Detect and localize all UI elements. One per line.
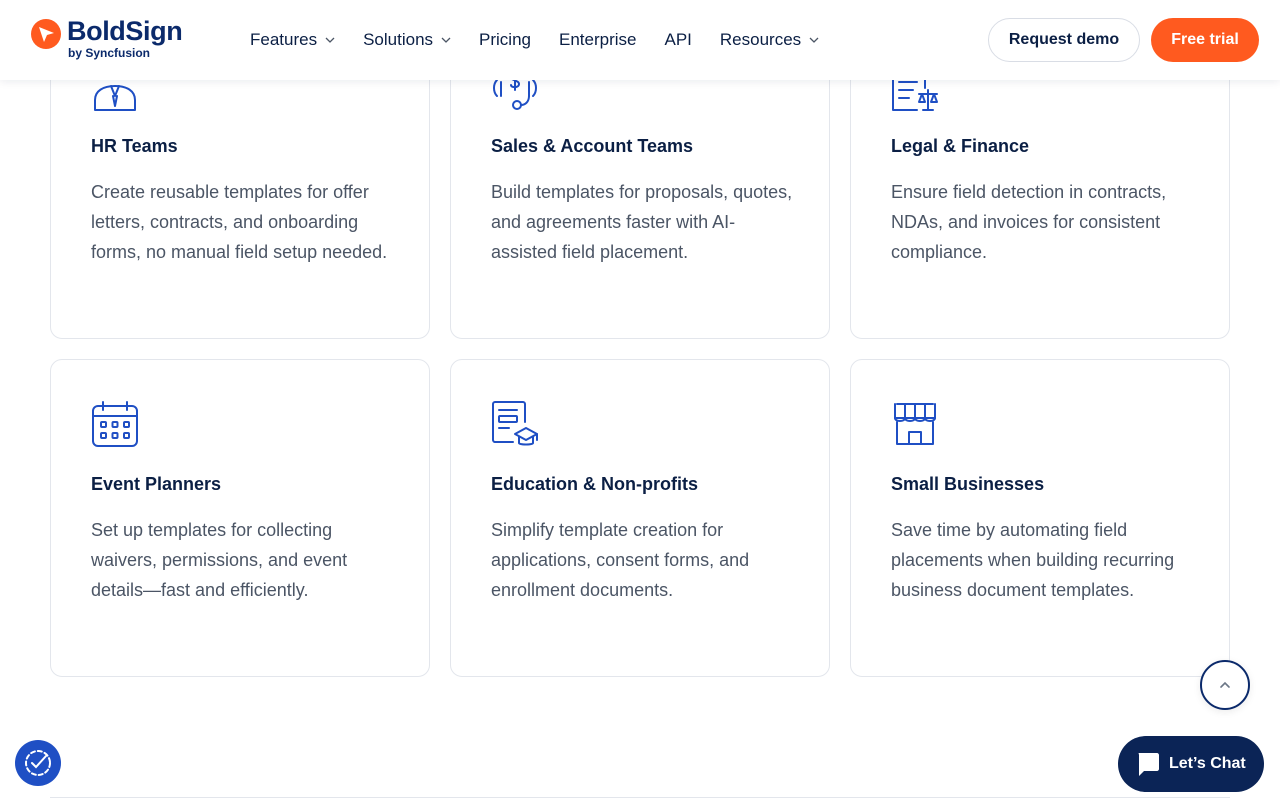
card-hr-teams: HR Teams Create reusable templates for o… bbox=[50, 40, 430, 339]
card-title: Event Planners bbox=[91, 474, 222, 494]
nav-api-label: API bbox=[664, 30, 692, 49]
brand-name: BoldSign bbox=[67, 16, 183, 46]
site-header: BoldSign by Syncfusion Features Solution… bbox=[0, 0, 1280, 80]
nav-resources[interactable]: Resources bbox=[720, 30, 819, 50]
card-description: Create reusable templates for offer lett… bbox=[91, 182, 388, 262]
nav-api[interactable]: API bbox=[664, 30, 691, 50]
card-legal-finance: Legal & Finance Ensure field detection i… bbox=[850, 40, 1230, 339]
card-title: Education & Non-profits bbox=[491, 474, 698, 494]
calendar-icon bbox=[92, 401, 138, 447]
chat-label: Let’s Chat bbox=[1169, 755, 1246, 772]
document-graduation-cap-icon bbox=[492, 401, 538, 446]
card-sales-account-teams: Sales & Account Teams Build templates fo… bbox=[450, 40, 830, 339]
storefront-icon bbox=[894, 403, 936, 445]
free-trial-button[interactable]: Free trial bbox=[1151, 18, 1259, 62]
chat-bubble-icon bbox=[1138, 753, 1159, 776]
lets-chat-button[interactable]: Let’s Chat bbox=[1118, 736, 1264, 792]
scroll-to-top-button[interactable] bbox=[1200, 660, 1250, 710]
chevron-down-icon bbox=[809, 37, 819, 43]
nav-pricing[interactable]: Pricing bbox=[479, 30, 531, 50]
card-description: Build templates for proposals, quotes, a… bbox=[491, 182, 793, 262]
request-demo-button[interactable]: Request demo bbox=[988, 18, 1140, 62]
card-title: HR Teams bbox=[91, 136, 178, 156]
accessibility-icon bbox=[25, 750, 51, 776]
nav-enterprise-label: Enterprise bbox=[559, 30, 637, 49]
card-event-planners: Event Planners Set up templates for coll… bbox=[50, 359, 430, 677]
accessibility-button[interactable] bbox=[15, 740, 61, 786]
chevron-down-icon bbox=[325, 37, 335, 43]
card-title: Legal & Finance bbox=[891, 136, 1030, 156]
card-title: Sales & Account Teams bbox=[491, 136, 694, 156]
card-description: Save time by automating field placements… bbox=[891, 520, 1175, 600]
section-divider bbox=[50, 797, 1230, 798]
nav-features[interactable]: Features bbox=[250, 30, 335, 50]
nav-resources-label: Resources bbox=[719, 30, 802, 49]
nav-solutions-label: Solutions bbox=[363, 30, 434, 49]
nav-features-label: Features bbox=[250, 30, 318, 49]
nav-pricing-label: Pricing bbox=[479, 30, 531, 49]
card-title: Small Businesses bbox=[891, 474, 1045, 494]
card-description: Ensure field detection in contracts, NDA… bbox=[891, 182, 1167, 262]
chevron-down-icon bbox=[441, 37, 451, 43]
boldsign-logo[interactable]: BoldSign by Syncfusion bbox=[30, 16, 190, 64]
nav-solutions[interactable]: Solutions bbox=[363, 30, 451, 50]
chevron-up-icon bbox=[1220, 681, 1230, 688]
card-small-businesses: Small Businesses Save time by automating… bbox=[850, 359, 1230, 677]
card-description: Set up templates for collecting waivers,… bbox=[91, 520, 348, 600]
boldsign-logo-icon bbox=[31, 19, 61, 49]
card-description: Simplify template creation for applicati… bbox=[491, 520, 750, 600]
brand-tagline: by Syncfusion bbox=[68, 46, 151, 60]
nav-enterprise[interactable]: Enterprise bbox=[559, 30, 636, 50]
card-education-non-profits: Education & Non-profits Simplify templat… bbox=[450, 359, 830, 677]
main-nav: Features Solutions Pricing Enterprise AP… bbox=[250, 0, 847, 80]
